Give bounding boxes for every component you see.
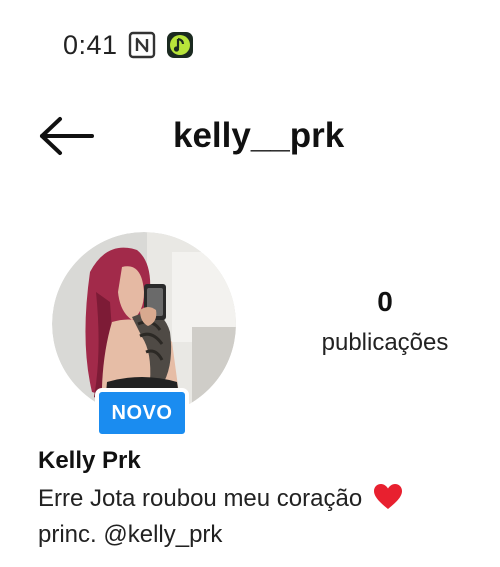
status-bar: 0:41 [63,28,194,62]
new-badge: NOVO [95,388,189,438]
page-title: kelly__prk [173,116,345,155]
bio-line-1: Erre Jota roubou meu coração [38,483,403,514]
arrow-left-icon [40,117,94,155]
music-app-icon [166,31,194,59]
nfc-icon [128,31,156,59]
heart-icon [373,483,403,511]
back-button[interactable] [36,112,98,160]
bio-line-2[interactable]: princ. @kelly_prk [38,520,222,550]
full-name: Kelly Prk [38,447,141,474]
bio-text-1: Erre Jota roubou meu coração [38,485,363,512]
posts-label: publicações [321,329,449,356]
posts-stat[interactable]: 0 publicações [300,284,470,360]
profile-screen: 0:41 kelly__prk NOVO 0 publicações Kelly… [0,0,500,567]
status-time: 0:41 [63,29,118,60]
posts-count: 0 [377,286,393,317]
